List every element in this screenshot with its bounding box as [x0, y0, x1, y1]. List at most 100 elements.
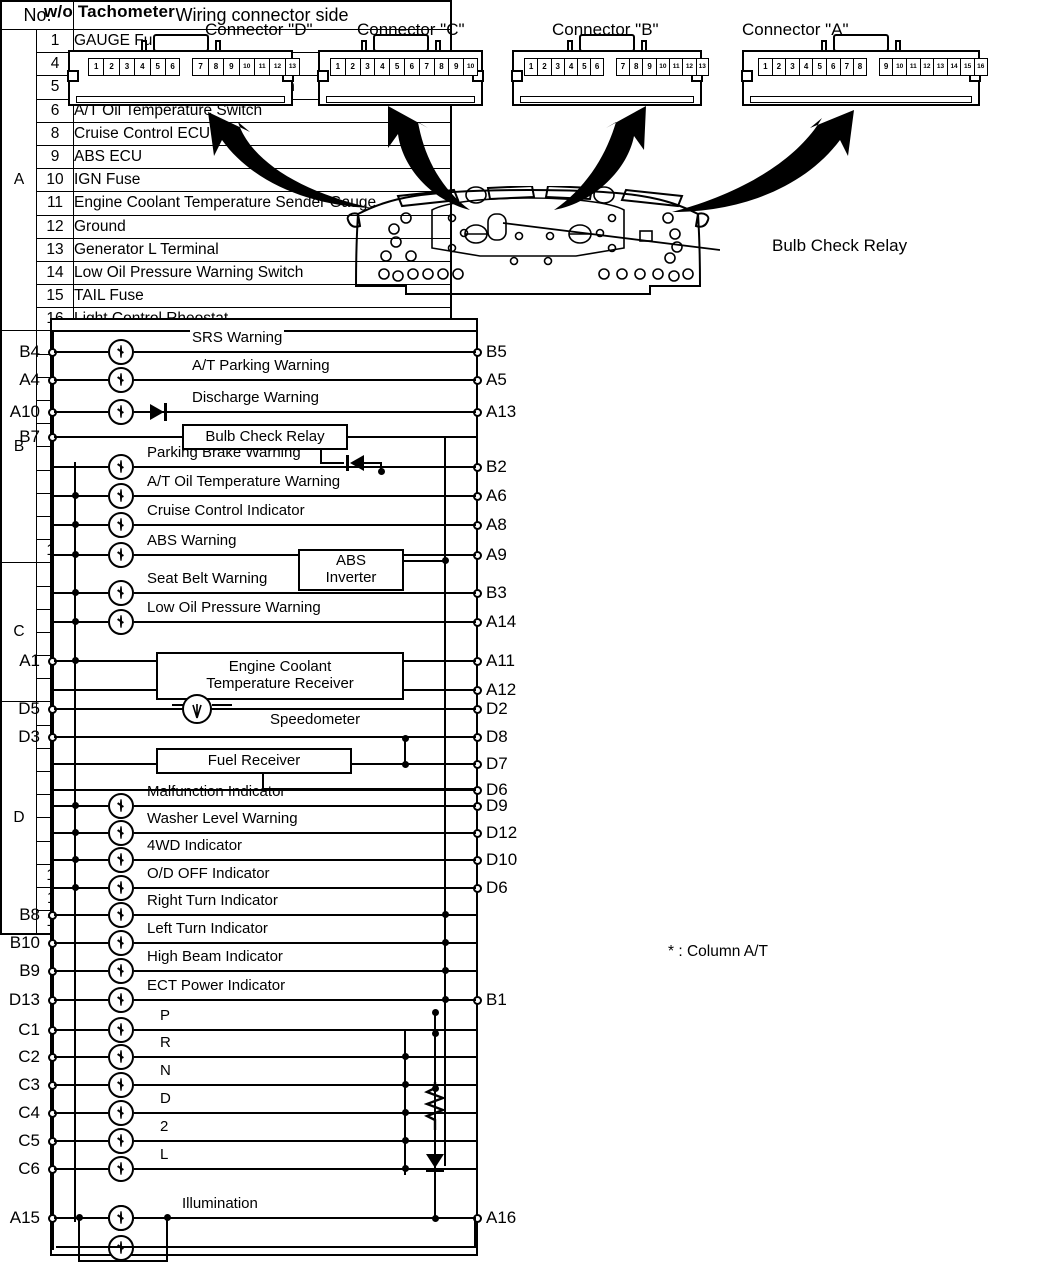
terminal-label-B9: B9: [19, 961, 40, 980]
connector-ConnectorD: 1 2 3 4 5 6 7 8 9 10 11 12 13: [67, 34, 301, 106]
connector-pin: 15: [960, 58, 974, 76]
terminal-label-B5: B5: [486, 342, 507, 361]
bulb-check-relay-callout: Bulb Check Relay: [772, 236, 908, 255]
page-title: w/o Tachometer: [44, 2, 175, 21]
connector-pin: 9: [448, 58, 464, 76]
terminal-label-D8: D8: [486, 727, 508, 746]
connector-pin: 4: [134, 58, 150, 76]
connector-pin-group-1: 123456: [88, 58, 181, 76]
connector-pin: 1: [758, 58, 772, 76]
connector-pin: 1: [524, 58, 538, 76]
terminal-label-A8: A8: [486, 515, 507, 534]
connector-pin: 3: [118, 58, 135, 76]
connector-side-tab: [741, 70, 753, 82]
connector-pin-group-2: 7 8 9 10 11 12 13: [192, 58, 301, 76]
connector-pin: 10: [655, 58, 669, 76]
connector-pin: 12: [919, 58, 934, 76]
terminal-label-A6: A6: [486, 486, 507, 505]
connector-pin-group-2: 9 10 11 12 13 14 15 16: [878, 58, 988, 76]
connector-pin: 7: [418, 58, 434, 76]
terminal-label-C5: C5: [18, 1131, 40, 1150]
terminal-label-B3: B3: [486, 583, 507, 602]
connector-pin: 2: [344, 58, 360, 76]
connector-group-B: B: [0, 330, 37, 564]
connector-pin: 4: [563, 58, 578, 76]
terminal-label-D6: D6: [486, 780, 508, 799]
connector-pin: 13: [933, 58, 947, 76]
connector-pin: 5: [577, 58, 591, 76]
connector-pin: 11: [253, 58, 270, 76]
connector-pin: 3: [785, 58, 799, 76]
terminal-label-A16: A16: [486, 1208, 517, 1227]
connector-pin: 6: [825, 58, 840, 76]
connector-pin-group-1: 1 2 3 4 5 6 7 8 9 10: [330, 58, 478, 76]
connector-pin: 1: [88, 58, 104, 76]
connector-pin: 2: [103, 58, 119, 76]
terminal-label-C1: C1: [18, 1020, 40, 1039]
circuit-diagram-panel: [50, 318, 478, 1256]
callout-arrows: [208, 106, 854, 212]
connector-pin: 6: [164, 58, 181, 76]
terminal-label-C2: C2: [18, 1047, 40, 1066]
terminal-label-D9: D9: [486, 796, 508, 815]
connector-pin: 12: [682, 58, 696, 76]
connector-pin-group-2: 7 8 9 10 11 12 13: [615, 58, 709, 76]
terminal-label-C3: C3: [18, 1075, 40, 1094]
connector-pin: 13: [284, 58, 301, 76]
connector-pin: 3: [550, 58, 564, 76]
terminal-label-C6: C6: [18, 1159, 40, 1178]
connector-pin: 9: [878, 58, 893, 76]
connector-pin: 10: [238, 58, 254, 76]
connector-pin: 11: [905, 58, 920, 76]
connector-pin-group-1: 12345678: [758, 58, 867, 76]
connector-pin: 7: [615, 58, 630, 76]
connector-pin: 8: [853, 58, 867, 76]
terminal-label-A14: A14: [486, 612, 517, 631]
connector-pin: 8: [629, 58, 643, 76]
connector-side-tab: [511, 70, 523, 82]
terminal-label-A13: A13: [486, 402, 517, 421]
terminal-label-D7: D7: [486, 754, 508, 773]
connector-pin: 7: [839, 58, 854, 76]
terminal-label-A9: A9: [486, 545, 507, 564]
connector-pin: 12: [269, 58, 285, 76]
terminal-label-A5: A5: [486, 370, 507, 389]
connector-pin: 6: [590, 58, 604, 76]
terminal-label-B2: B2: [486, 457, 507, 476]
terminal-label-C4: C4: [18, 1103, 40, 1122]
connector-pin: 5: [389, 58, 404, 76]
terminal-label-D2: D2: [486, 699, 508, 718]
connector-pin: 1: [330, 58, 345, 76]
terminal-label-B1: B1: [486, 990, 507, 1009]
terminal-label-A12: A12: [486, 680, 517, 699]
connector-pin: 3: [359, 58, 375, 76]
connector-pin: 4: [374, 58, 390, 76]
connector-pin: 7: [192, 58, 208, 76]
connector-pin: 5: [812, 58, 826, 76]
connector-side-tab: [67, 70, 79, 82]
connector-pin: 13: [695, 58, 709, 76]
connector-pin-group-1: 123456: [524, 58, 604, 76]
terminal-label-D10: D10: [486, 850, 518, 869]
connector-pin: 8: [207, 58, 224, 76]
terminal-label-D13: D13: [8, 990, 40, 1009]
connector-pin: 11: [668, 58, 683, 76]
connector-pin: 2: [537, 58, 551, 76]
terminal-label-B10: B10: [9, 933, 40, 952]
connector-pin: 4: [798, 58, 813, 76]
connector-pin: 2: [771, 58, 786, 76]
terminal-label-A15: A15: [9, 1208, 40, 1227]
connector-group-C: C: [0, 562, 37, 703]
connector-side-tab: [317, 70, 329, 82]
connector-pin: 10: [463, 58, 478, 76]
connector-pin: 5: [149, 58, 165, 76]
terminal-label-A11: A11: [486, 651, 515, 670]
connector-ConnectorA: 1 2 3 4 5 6 7 8 9 10 11 12 13 14 15 16: [741, 34, 988, 106]
connector-pin: 16: [973, 58, 988, 76]
connector-pin: 14: [946, 58, 961, 76]
connector-ConnectorB: 1 2 3 4 5 6 7 8 9 10 11 12 13: [511, 34, 709, 106]
terminal-label-D6: D6: [486, 878, 508, 897]
connector-ConnectorC: 1 2 3 4 5 6 7 8 9 10: [317, 34, 484, 106]
connector-pin: 9: [223, 58, 239, 76]
terminal-label-D12: D12: [486, 823, 518, 842]
